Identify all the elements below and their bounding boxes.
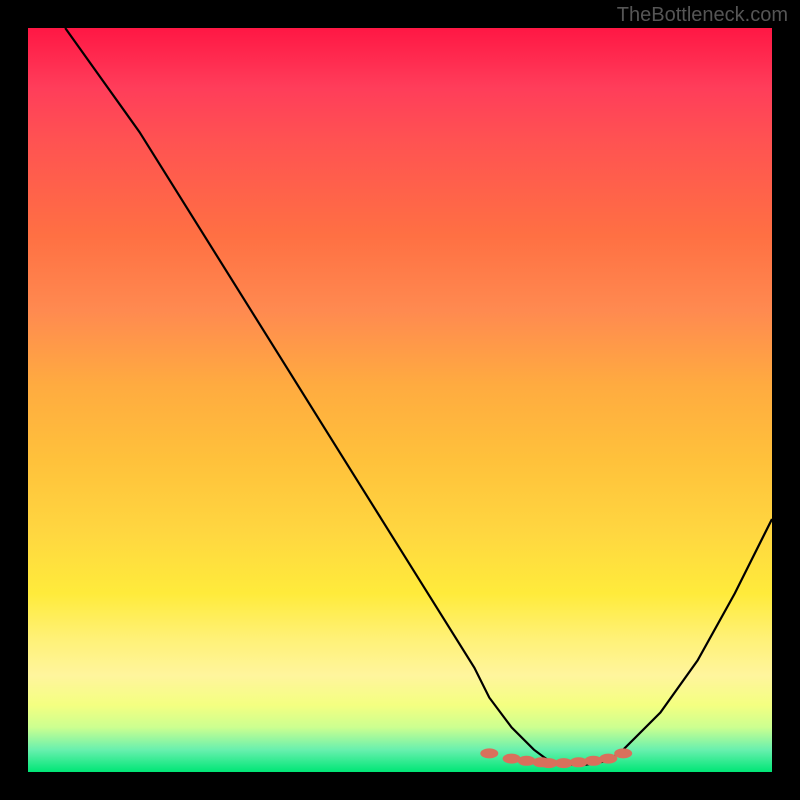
- bottleneck-curve-line: [65, 28, 772, 765]
- marker-point: [480, 748, 498, 758]
- chart-area: [28, 28, 772, 772]
- optimal-range-markers: [480, 748, 632, 768]
- watermark-text: TheBottleneck.com: [617, 4, 788, 27]
- marker-point: [599, 754, 617, 764]
- marker-point: [518, 756, 536, 766]
- chart-svg: [28, 28, 772, 772]
- marker-point: [614, 748, 632, 758]
